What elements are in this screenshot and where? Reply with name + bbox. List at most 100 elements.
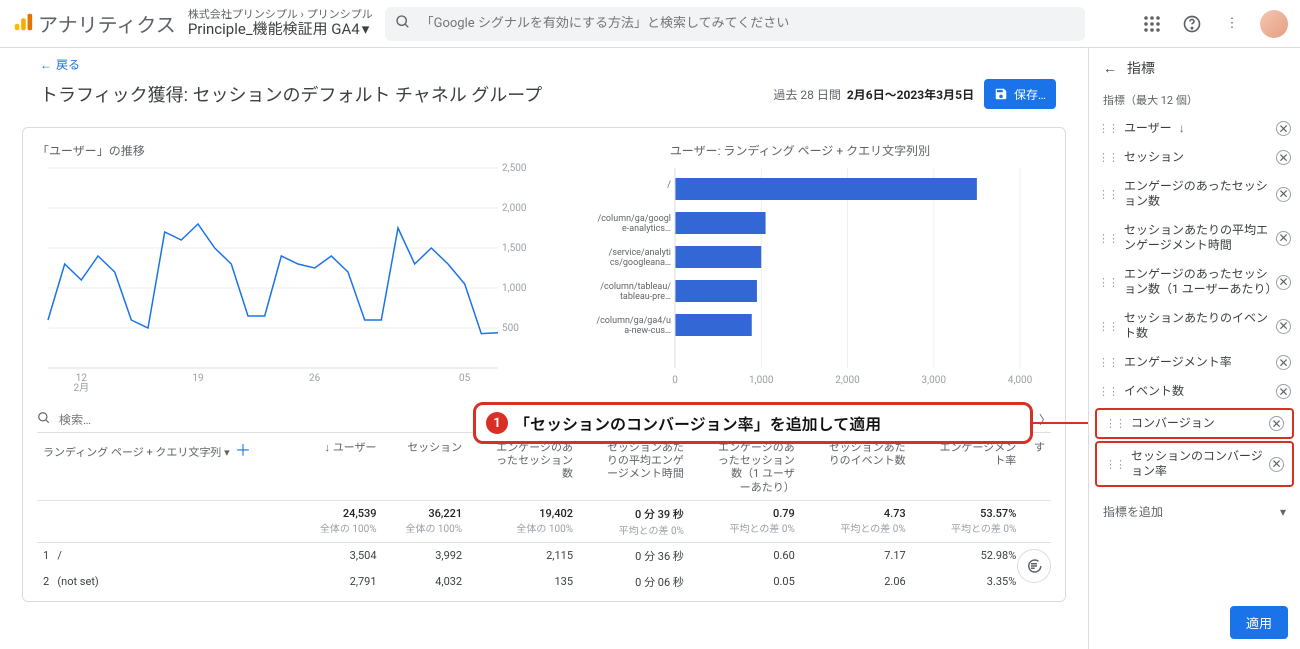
back-link[interactable]: ← 戻る: [40, 56, 1056, 73]
svg-text:/: /: [667, 180, 671, 190]
line-chart-svg: 5001,0001,5002,0002,500122月192605: [37, 163, 539, 393]
table-row[interactable]: 2 (not set)2,7914,0321350 分 06 秒0.052.06…: [37, 569, 1051, 595]
avatar[interactable]: [1260, 10, 1288, 38]
back-arrow-icon[interactable]: ←: [1103, 60, 1117, 77]
metric-header[interactable]: セッションあたりの平均エンゲージメント時間: [579, 435, 690, 500]
metric-header[interactable]: セッション: [383, 435, 469, 500]
search-icon: [395, 14, 411, 34]
more-icon[interactable]: ⋮: [1220, 12, 1244, 36]
drag-handle-icon[interactable]: ⋮⋮: [1098, 151, 1118, 164]
table-totals-row: 24,539全体の 100%36,221全体の 100%19,402全体の 10…: [37, 500, 1051, 542]
table-row[interactable]: 1 /3,5043,9922,1150 分 36 秒0.607.1752.98%: [37, 542, 1051, 569]
apply-button[interactable]: 適用: [1230, 606, 1288, 639]
metric-header[interactable]: エンゲージのあったセッション数: [468, 435, 579, 500]
global-search-input[interactable]: [419, 15, 1075, 32]
bar-chart-title: ユーザー: ランディング ページ + クエリ文字列別: [549, 142, 1051, 159]
add-dimension-button[interactable]: ＋: [235, 441, 251, 460]
feedback-button[interactable]: [1017, 549, 1051, 583]
metric-header[interactable]: す: [1022, 435, 1051, 500]
table-header-row: ランディング ページ + クエリ文字列 ▾ ＋↓ ユーザーセッションエンゲージの…: [37, 435, 1051, 500]
svg-text:cs/googleana…: cs/googleana…: [610, 258, 671, 268]
drag-handle-icon[interactable]: ⋮⋮: [1098, 385, 1118, 398]
property-selector[interactable]: 株式会社プリンシプル › プリンシプル Principle_機能検証用 GA4 …: [188, 9, 373, 39]
metric-header[interactable]: エンゲージのあったセッション数（1 ユーザーあたり）: [690, 435, 801, 500]
svg-text:e-analytics…: e-analytics…: [622, 224, 671, 234]
remove-metric-icon[interactable]: ✕: [1276, 384, 1291, 399]
remove-metric-icon[interactable]: ✕: [1276, 319, 1291, 334]
metric-label: エンゲージメント率: [1124, 355, 1276, 370]
caret-down-icon: ▾: [1280, 505, 1286, 519]
drag-handle-icon[interactable]: ⋮⋮: [1098, 320, 1118, 333]
metric-label: セッションあたりのイベント数: [1124, 311, 1276, 341]
date-preset: 過去 28 日間: [773, 86, 840, 103]
save-button[interactable]: 保存…: [984, 79, 1056, 109]
date-range-value: 2月6日～2023年3月5日: [847, 86, 974, 103]
metrics-panel-title: 指標: [1127, 58, 1155, 78]
appbar-actions: ⋮: [1140, 10, 1288, 38]
annotation-text: 「セッションのコンバージョン率」を追加して適用: [514, 411, 881, 435]
page-title: トラフィック獲得: セッションのデフォルト チャネル グループ: [40, 81, 542, 107]
svg-text:26: 26: [309, 373, 321, 384]
metric-item[interactable]: ⋮⋮ コンバージョン✕: [1095, 408, 1294, 439]
remove-metric-icon[interactable]: ✕: [1269, 416, 1284, 431]
back-label: 戻る: [56, 56, 80, 73]
dimension-header[interactable]: ランディング ページ + クエリ文字列 ▾ ＋: [37, 435, 297, 500]
data-table: ランディング ページ + クエリ文字列 ▾ ＋↓ ユーザーセッションエンゲージの…: [37, 435, 1051, 595]
metric-label: コンバージョン: [1131, 416, 1269, 431]
metric-item[interactable]: ⋮⋮イベント数✕: [1089, 377, 1300, 406]
svg-text:/column/ga/ga4/u: /column/ga/ga4/u: [596, 316, 671, 326]
pager-next[interactable]: 〉: [1039, 411, 1051, 428]
svg-text:tableau-pre…: tableau-pre…: [620, 292, 671, 302]
line-chart: 「ユーザー」の推移 5001,0001,5002,0002,500122月192…: [37, 142, 539, 397]
metric-item[interactable]: ⋮⋮ エンゲージメント率✕: [1089, 348, 1300, 377]
drag-handle-icon[interactable]: ⋮⋮: [1098, 276, 1118, 289]
search-icon: [37, 411, 51, 428]
annotation-connector: [1033, 422, 1088, 424]
apps-icon[interactable]: [1140, 12, 1164, 36]
metric-header[interactable]: エンゲージメント率: [912, 435, 1023, 500]
caret-down-icon: ▾: [362, 21, 370, 38]
remove-metric-icon[interactable]: ✕: [1276, 121, 1291, 136]
drag-handle-icon[interactable]: ⋮⋮: [1098, 188, 1118, 201]
drag-handle-icon[interactable]: ⋮⋮: [1098, 356, 1118, 369]
remove-metric-icon[interactable]: ✕: [1269, 457, 1284, 472]
metric-item[interactable]: ⋮⋮ユーザー ↓✕: [1089, 114, 1300, 143]
ga-logo-icon: [12, 11, 34, 37]
report-card: 「ユーザー」の推移 5001,0001,5002,0002,500122月192…: [22, 127, 1066, 602]
metric-item[interactable]: ⋮⋮ セッションのコンバージョン率✕: [1095, 441, 1294, 487]
metric-item[interactable]: ⋮⋮セッションあたりの平均エンゲージメント時間✕: [1089, 216, 1300, 260]
svg-text:a-new-cus…: a-new-cus…: [624, 326, 671, 336]
drag-handle-icon[interactable]: ⋮⋮: [1098, 232, 1118, 245]
remove-metric-icon[interactable]: ✕: [1276, 150, 1291, 165]
svg-text:500: 500: [502, 323, 519, 334]
metric-header[interactable]: ↓ ユーザー: [297, 435, 383, 500]
metric-header[interactable]: セッションあたりのイベント数: [801, 435, 912, 500]
subheader: ← 戻る トラフィック獲得: セッションのデフォルト チャネル グループ 過去 …: [12, 48, 1076, 113]
metric-label: エンゲージのあったセッション数: [1124, 179, 1276, 209]
caret-down-icon: ▾: [224, 446, 230, 459]
metric-item[interactable]: ⋮⋮ セッションあたりのイベント数✕: [1089, 304, 1300, 348]
svg-text:/column/ga/googl: /column/ga/googl: [597, 214, 671, 224]
metrics-panel: ← 指標 指標（最大 12 個） ⋮⋮ユーザー ↓✕⋮⋮セッション✕⋮⋮エンゲー…: [1088, 48, 1300, 649]
metric-item[interactable]: ⋮⋮ エンゲージのあったセッション数✕: [1089, 172, 1300, 216]
remove-metric-icon[interactable]: ✕: [1276, 187, 1291, 202]
save-button-label: 保存…: [1014, 86, 1046, 103]
svg-text:2,000: 2,000: [502, 203, 527, 214]
help-icon[interactable]: [1180, 12, 1204, 36]
add-metric[interactable]: 指標を追加 ▾: [1089, 493, 1300, 530]
date-range-picker[interactable]: 過去 28 日間 2月6日～2023年3月5日: [773, 86, 974, 103]
metric-item[interactable]: ⋮⋮セッション✕: [1089, 143, 1300, 172]
drag-handle-icon[interactable]: ⋮⋮: [1105, 458, 1125, 471]
svg-text:/service/analyti: /service/analyti: [609, 248, 671, 258]
drag-handle-icon[interactable]: ⋮⋮: [1105, 417, 1125, 430]
remove-metric-icon[interactable]: ✕: [1276, 355, 1291, 370]
svg-text:1,000: 1,000: [749, 375, 774, 386]
metric-label: セッションのコンバージョン率: [1131, 449, 1269, 479]
remove-metric-icon[interactable]: ✕: [1276, 231, 1291, 246]
metric-item[interactable]: ⋮⋮エンゲージのあったセッション数（1 ユーザーあたり）✕: [1089, 260, 1300, 304]
drag-handle-icon[interactable]: ⋮⋮: [1098, 122, 1118, 135]
remove-metric-icon[interactable]: ✕: [1276, 275, 1291, 290]
annotation-callout: 1 「セッションのコンバージョン率」を追加して適用: [473, 402, 1033, 444]
global-search[interactable]: [385, 7, 1085, 41]
metrics-panel-subtitle: 指標（最大 12 個）: [1089, 88, 1300, 114]
